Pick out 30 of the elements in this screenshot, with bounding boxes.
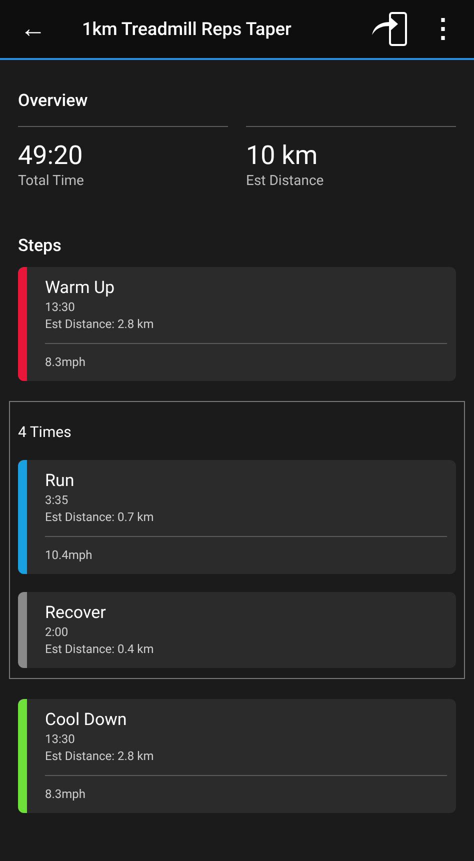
stat-value: 49:20 (18, 141, 84, 171)
stat-label: Est Distance (246, 172, 325, 191)
step-duration: 13:30 (45, 731, 76, 748)
step-target: 8.3mph (45, 354, 87, 371)
step-distance: Est Distance: 2.8 km (45, 316, 155, 333)
step-name: Run (45, 470, 76, 492)
step-card[interactable]: Run 3:35 Est Distance: 0.7 km 10.4mph (18, 460, 456, 574)
more-menu-button[interactable]: ⋮ (430, 16, 456, 42)
step-target: 8.3mph (45, 786, 87, 803)
step-duration: 13:30 (45, 299, 76, 316)
stat-label: Total Time (18, 172, 85, 191)
step-name: Recover (45, 602, 107, 624)
step-name: Warm Up (45, 277, 116, 299)
step-target: 10.4mph (45, 547, 94, 564)
overview-title: Overview (18, 90, 89, 112)
step-duration: 2:00 (45, 624, 70, 641)
step-distance: Est Distance: 0.4 km (45, 641, 155, 658)
stat-value: 10 km (246, 141, 319, 171)
send-to-phone-icon[interactable] (370, 11, 410, 47)
step-distance: Est Distance: 0.7 km (45, 509, 155, 526)
step-name: Cool Down (45, 709, 128, 731)
steps-title: Steps (18, 235, 62, 257)
back-button[interactable]: ← (18, 16, 48, 42)
repeat-label: 4 Times (18, 422, 72, 442)
step-card[interactable]: Recover 2:00 Est Distance: 0.4 km (18, 592, 456, 668)
step-card[interactable]: Warm Up 13:30 Est Distance: 2.8 km 8.3mph (18, 267, 456, 381)
step-duration: 3:35 (45, 492, 70, 509)
app-bar-title: 1km Treadmill Reps Taper (82, 18, 292, 42)
step-distance: Est Distance: 2.8 km (45, 748, 155, 765)
step-card[interactable]: Cool Down 13:30 Est Distance: 2.8 km 8.3mph (18, 699, 456, 813)
